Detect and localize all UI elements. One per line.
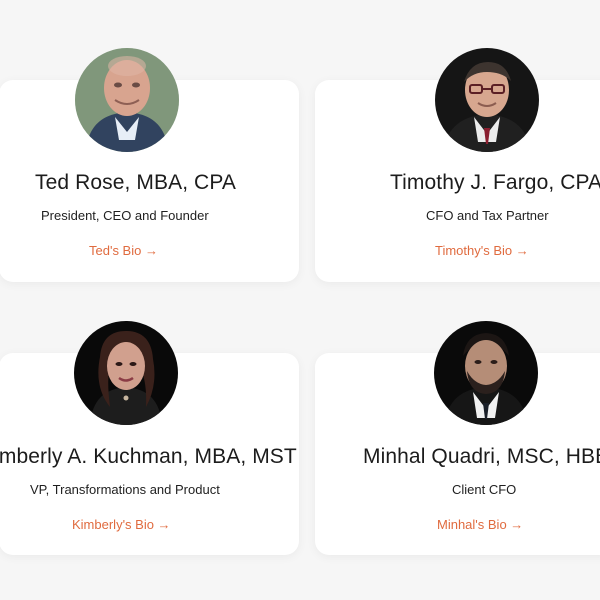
avatar-minhal-image [434,321,538,425]
team-grid: Ted Rose, MBA, CPA President, CEO and Fo… [0,0,600,600]
team-member-role: Client CFO [452,482,517,497]
avatar-timothy-image [435,48,539,152]
team-member-role: President, CEO and Founder [41,208,209,223]
bio-link-ted[interactable]: Ted's Bio → [89,243,158,258]
team-member-name: Ted Rose, MBA, CPA [35,171,236,194]
avatar-kimberly-image [74,321,178,425]
avatar-kimberly [74,321,178,425]
bio-link-timothy[interactable]: Timothy's Bio → [435,243,529,258]
team-member-name: Timothy J. Fargo, CPA [390,171,600,194]
avatar-minhal [434,321,538,425]
avatar-ted [75,48,179,152]
bio-link-kimberly[interactable]: Kimberly's Bio → [72,517,171,532]
team-member-role: VP, Transformations and Product [30,482,220,497]
team-member-role: CFO and Tax Partner [426,208,549,223]
avatar-ted-image [75,48,179,152]
avatar-timothy [435,48,539,152]
bio-link-minhal[interactable]: Minhal's Bio → [437,517,523,532]
team-member-name: Minhal Quadri, MSC, HBBA [363,445,600,468]
team-member-name: Kimberly A. Kuchman, MBA, MST [0,445,297,468]
